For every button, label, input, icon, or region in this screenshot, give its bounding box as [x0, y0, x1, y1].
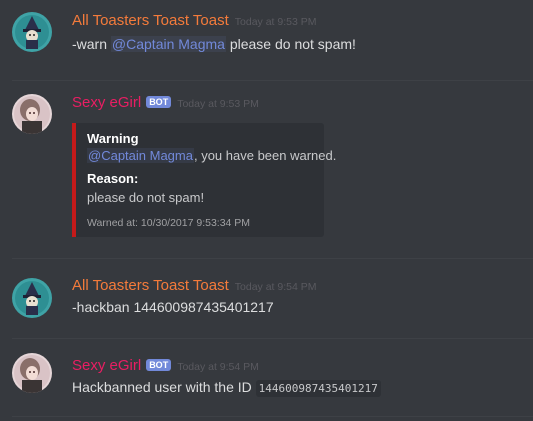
message-group: All Toasters Toast Toast Today at 9:54 PM… — [0, 258, 533, 338]
username[interactable]: All Toasters Toast Toast — [72, 277, 229, 294]
timestamp: Today at 9:53 PM — [177, 98, 259, 110]
embed-title: Warning — [87, 131, 139, 146]
message-divider — [12, 416, 533, 417]
message-text: -hackban 144600987435401217 — [72, 299, 274, 315]
user-mention[interactable]: @Captain Magma — [110, 36, 226, 52]
egirl-avatar-icon[interactable] — [12, 353, 52, 393]
message-content: Hackbanned user with the ID 144600987435… — [72, 378, 381, 398]
chat-messages: All Toasters Toast Toast Today at 9:53 PM… — [0, 0, 533, 421]
toaster-wizard-avatar-icon[interactable] — [12, 278, 52, 318]
message-content: -warn @Captain Magma please do not spam! — [72, 35, 356, 53]
message-text: -warn — [72, 36, 111, 52]
message-content: -hackban 144600987435401217 — [72, 298, 274, 316]
timestamp: Today at 9:54 PM — [234, 281, 317, 293]
bot-tag: BOT — [146, 359, 172, 371]
embed-footer: Warned at: 10/30/2017 9:53:34 PM — [87, 217, 251, 229]
username[interactable]: Sexy eGirl — [72, 94, 141, 111]
message-group: All Toasters Toast Toast Today at 9:53 PM… — [0, 0, 533, 80]
username[interactable]: Sexy eGirl — [72, 357, 141, 374]
bot-tag: BOT — [146, 96, 172, 108]
embed-description-text: , you have been warned. — [193, 148, 337, 163]
egirl-avatar-icon[interactable] — [12, 94, 52, 134]
embed-field-name: Reason: — [87, 171, 139, 186]
message-text: please do not spam! — [225, 36, 356, 52]
username[interactable]: All Toasters Toast Toast — [72, 12, 229, 29]
user-mention[interactable]: @Captain Magma — [87, 148, 194, 163]
embed-description: @Captain Magma, you have been warned. — [87, 147, 336, 165]
timestamp: Today at 9:53 PM — [234, 16, 317, 28]
embed-field-value: please do not spam! — [87, 190, 205, 205]
inline-code: 144600987435401217 — [255, 380, 381, 397]
toaster-wizard-avatar-icon[interactable] — [12, 12, 52, 52]
message-text: Hackbanned user with the ID — [72, 379, 256, 395]
warning-embed: Warning @Captain Magma, you have been wa… — [72, 123, 336, 237]
timestamp: Today at 9:54 PM — [177, 361, 259, 373]
message-group: Sexy eGirl BOT Today at 9:54 PM Hackbanned… — [0, 338, 533, 418]
